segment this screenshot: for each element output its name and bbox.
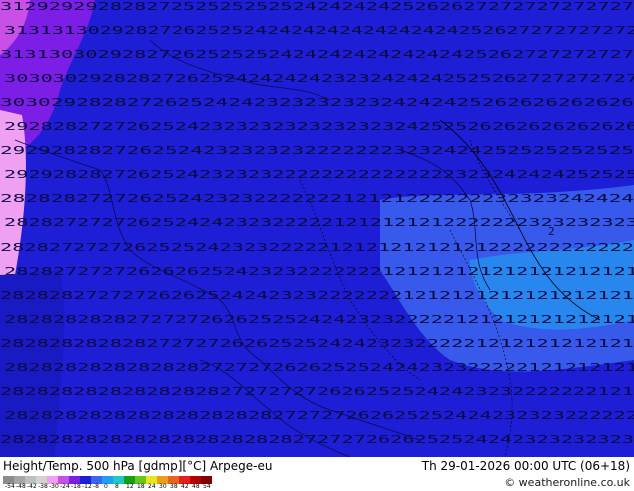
temperature-label-row: 2828272727262626252423232222222121212121… [4, 265, 634, 278]
temperature-label-row: 3030302928282726252424242423232424242525… [4, 72, 634, 85]
colorbar-tick-label: -8 [93, 483, 99, 490]
colorbar-tick-label: -24 [60, 483, 70, 490]
colorbar-tick-label: 48 [192, 483, 200, 490]
map-canvas: 3129292928282725252525252424242425262627… [0, 0, 634, 457]
temperature-label-row: 2828282828282828272727262625252424232322… [4, 361, 634, 374]
colorbar-tick-label: 12 [126, 483, 134, 490]
temperature-label-row: 2828282727262524232322222221212122222223… [0, 192, 634, 205]
temperature-label-row: 2828282727272626252424232322222221212121… [0, 289, 634, 302]
map-footer: Height/Temp. 500 hPa [gdmp][°C] Arpege-e… [0, 457, 634, 490]
colorbar-tick-label: 18 [137, 483, 145, 490]
map-valid-time: Th 29-01-2026 00:00 UTC (06+18) [421, 459, 630, 473]
colorbar-tick-label: 0 [104, 483, 108, 490]
colorbar-tick-label: 8 [115, 483, 119, 490]
low-center-marker: 2 [548, 225, 555, 238]
temperature-label-row: 3131303029282726252525242424242424242425… [0, 48, 634, 61]
map-title: Height/Temp. 500 hPa [gdmp][°C] Arpege-e… [3, 459, 273, 473]
colorbar-tick-label: -48 [16, 483, 26, 490]
colorbar-tick-label: -30 [49, 483, 59, 490]
temperature-label-row: 2828282828282727272626252524242323222221… [0, 337, 634, 350]
temperature-label-row: 3131313029282726252524242424242424242425… [4, 24, 634, 37]
colorbar-tick-label: -42 [27, 483, 37, 490]
colorbar-tick-label: -54 [5, 483, 15, 490]
colorbar-tick-label: 30 [159, 483, 167, 490]
temperature-label-row: 2929282827262524232323232222222323242425… [0, 144, 634, 157]
credit: © weatheronline.co.uk [504, 476, 630, 489]
colorbar-tick-label: -38 [38, 483, 48, 490]
weather-map: 3129292928282725252525252424242425262627… [0, 0, 634, 457]
colorbar-tick-label: -18 [71, 483, 81, 490]
temperature-label-row: 3129292928282725252525252424242425262627… [0, 0, 634, 13]
colorbar-tick-label: 42 [181, 483, 189, 490]
temperature-label-row: 2828272727262525242323222221212121212121… [0, 241, 634, 254]
temperature-label-row: 2828272727262524242323222221212121212222… [4, 216, 634, 229]
temperature-label-row: 3030292828272625242423232323232424242526… [0, 96, 634, 109]
colorbar-tick-label: -12 [82, 483, 92, 490]
temperature-label-row: 2928282727262524232323232323232324252526… [4, 120, 634, 133]
temperature-label-row: 2828282828272727262625252424232322222121… [4, 313, 634, 326]
colorbar-tick-label: 24 [148, 483, 156, 490]
colorbar-tick-label: 38 [170, 483, 178, 490]
temperature-label-row: 2929282827262524232323222222222222222323… [4, 168, 634, 181]
temperature-label-row: 2828282828282828282727272726262525242423… [0, 385, 634, 398]
colorbar-tick-label: 54 [203, 483, 211, 490]
temperature-label-row: 2828282828282828282828272727262625252424… [4, 409, 634, 422]
temperature-label-row: 2828282828282828282828282727272626252524… [0, 433, 634, 446]
